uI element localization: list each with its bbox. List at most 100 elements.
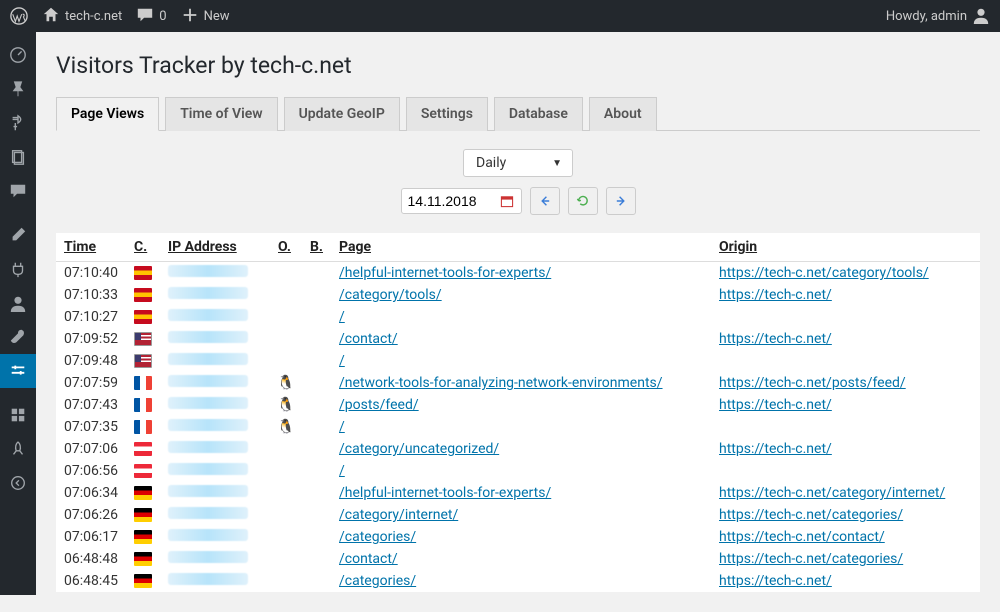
flag-fr-icon xyxy=(134,398,152,412)
prev-button[interactable] xyxy=(530,187,560,215)
cell-time: 07:06:26 xyxy=(56,504,126,526)
comments-link[interactable]: 0 xyxy=(136,6,166,27)
date-input[interactable] xyxy=(408,193,493,209)
cell-browser xyxy=(302,372,331,394)
th-time[interactable]: Time xyxy=(56,233,126,262)
cell-flag xyxy=(126,350,160,372)
sidebar-media[interactable] xyxy=(0,106,36,140)
cell-origin: https://tech-c.net/category/tools/ xyxy=(711,262,980,285)
tab-settings[interactable]: Settings xyxy=(406,97,488,131)
origin-link[interactable]: https://tech-c.net/ xyxy=(719,397,832,413)
next-button[interactable] xyxy=(606,187,636,215)
origin-link[interactable]: https://tech-c.net/categories/ xyxy=(719,507,903,523)
origin-link[interactable]: https://tech-c.net/ xyxy=(719,441,832,457)
avatar-icon xyxy=(972,6,990,27)
page-link[interactable]: /posts/feed/ xyxy=(339,397,419,413)
sidebar-appearance[interactable] xyxy=(0,218,36,252)
page-link[interactable]: /category/internet/ xyxy=(339,507,458,523)
page-link[interactable]: / xyxy=(339,309,345,325)
origin-link[interactable]: https://tech-c.net/category/internet/ xyxy=(719,485,945,501)
cell-time: 07:07:59 xyxy=(56,372,126,394)
page-link[interactable]: /categories/ xyxy=(339,573,416,589)
page-link[interactable]: / xyxy=(339,463,345,479)
cell-os xyxy=(270,570,302,592)
site-link[interactable]: tech-c.net xyxy=(42,6,122,27)
sidebar-comments[interactable] xyxy=(0,174,36,208)
sidebar-settings[interactable] xyxy=(0,354,36,388)
origin-link[interactable]: https://tech-c.net/ xyxy=(719,287,832,303)
cell-ip xyxy=(160,262,270,285)
cell-page: /category/internet/ xyxy=(331,504,711,526)
sidebar-pages[interactable] xyxy=(0,140,36,174)
new-link[interactable]: New xyxy=(181,6,230,27)
sidebar-collapse[interactable] xyxy=(0,466,36,500)
flag-es-icon xyxy=(134,266,152,280)
th-origin[interactable]: Origin xyxy=(711,233,980,262)
cell-ip xyxy=(160,548,270,570)
tab-time-of-view[interactable]: Time of View xyxy=(165,97,277,131)
calendar-icon[interactable] xyxy=(499,193,515,209)
table-row: 07:10:40/helpful-internet-tools-for-expe… xyxy=(56,262,980,285)
page-link[interactable]: /categories/ xyxy=(339,529,416,545)
flag-es-icon xyxy=(134,288,152,302)
cell-origin: https://tech-c.net/categories/ xyxy=(711,548,980,570)
page-link[interactable]: /contact/ xyxy=(339,551,398,567)
wp-logo[interactable] xyxy=(10,7,28,25)
ip-blurred xyxy=(168,375,248,387)
page-link[interactable]: /category/uncategorized/ xyxy=(339,441,499,457)
tab-database[interactable]: Database xyxy=(494,97,583,131)
page-link[interactable]: /network-tools-for-analyzing-network-env… xyxy=(339,375,663,391)
arrow-right-icon xyxy=(614,194,628,208)
origin-link[interactable]: https://tech-c.net/ xyxy=(719,573,832,589)
sidebar-dashboard[interactable] xyxy=(0,38,36,72)
origin-link[interactable]: https://tech-c.net/category/tools/ xyxy=(719,265,929,281)
cell-ip xyxy=(160,372,270,394)
refresh-button[interactable] xyxy=(568,187,598,215)
sidebar-tools[interactable] xyxy=(0,320,36,354)
howdy-link[interactable]: Howdy, admin xyxy=(886,6,990,27)
collapse-icon xyxy=(9,474,27,492)
th-page[interactable]: Page xyxy=(331,233,711,262)
cell-browser xyxy=(302,350,331,372)
tab-about[interactable]: About xyxy=(589,97,657,131)
cell-flag xyxy=(126,570,160,592)
cell-os xyxy=(270,504,302,526)
th-browser[interactable]: B. xyxy=(302,233,331,262)
page-link[interactable]: /category/tools/ xyxy=(339,287,442,303)
cell-flag xyxy=(126,284,160,306)
tabs: Page ViewsTime of ViewUpdate GeoIPSettin… xyxy=(56,97,980,131)
origin-link[interactable]: https://tech-c.net/ xyxy=(719,331,832,347)
cell-os xyxy=(270,328,302,350)
tab-page-views[interactable]: Page Views xyxy=(56,97,159,131)
sidebar-posts[interactable] xyxy=(0,72,36,106)
cell-flag xyxy=(126,438,160,460)
cell-os: 🐧 xyxy=(270,394,302,416)
page-link[interactable]: / xyxy=(339,353,345,369)
cell-flag xyxy=(126,482,160,504)
sidebar-users[interactable] xyxy=(0,286,36,320)
table-row: 06:48:48/contact/https://tech-c.net/cate… xyxy=(56,548,980,570)
cell-flag xyxy=(126,460,160,482)
cell-browser xyxy=(302,416,331,438)
date-picker[interactable] xyxy=(401,188,522,214)
page-link[interactable]: / xyxy=(339,419,345,435)
sidebar-extra1[interactable] xyxy=(0,398,36,432)
origin-link[interactable]: https://tech-c.net/posts/feed/ xyxy=(719,375,906,391)
page-link[interactable]: /contact/ xyxy=(339,331,398,347)
cell-origin xyxy=(711,306,980,328)
sidebar-extra2[interactable] xyxy=(0,432,36,466)
th-ip[interactable]: IP Address xyxy=(160,233,270,262)
cell-os xyxy=(270,526,302,548)
origin-link[interactable]: https://tech-c.net/contact/ xyxy=(719,529,885,545)
cell-ip xyxy=(160,306,270,328)
ip-blurred xyxy=(168,573,248,585)
page-link[interactable]: /helpful-internet-tools-for-experts/ xyxy=(339,265,551,281)
sidebar-plugins[interactable] xyxy=(0,252,36,286)
th-os[interactable]: O. xyxy=(270,233,302,262)
tab-update-geoip[interactable]: Update GeoIP xyxy=(284,97,400,131)
wrench-icon xyxy=(9,328,27,346)
period-select[interactable]: Daily xyxy=(463,149,573,177)
origin-link[interactable]: https://tech-c.net/categories/ xyxy=(719,551,903,567)
th-country[interactable]: C. xyxy=(126,233,160,262)
page-link[interactable]: /helpful-internet-tools-for-experts/ xyxy=(339,485,551,501)
